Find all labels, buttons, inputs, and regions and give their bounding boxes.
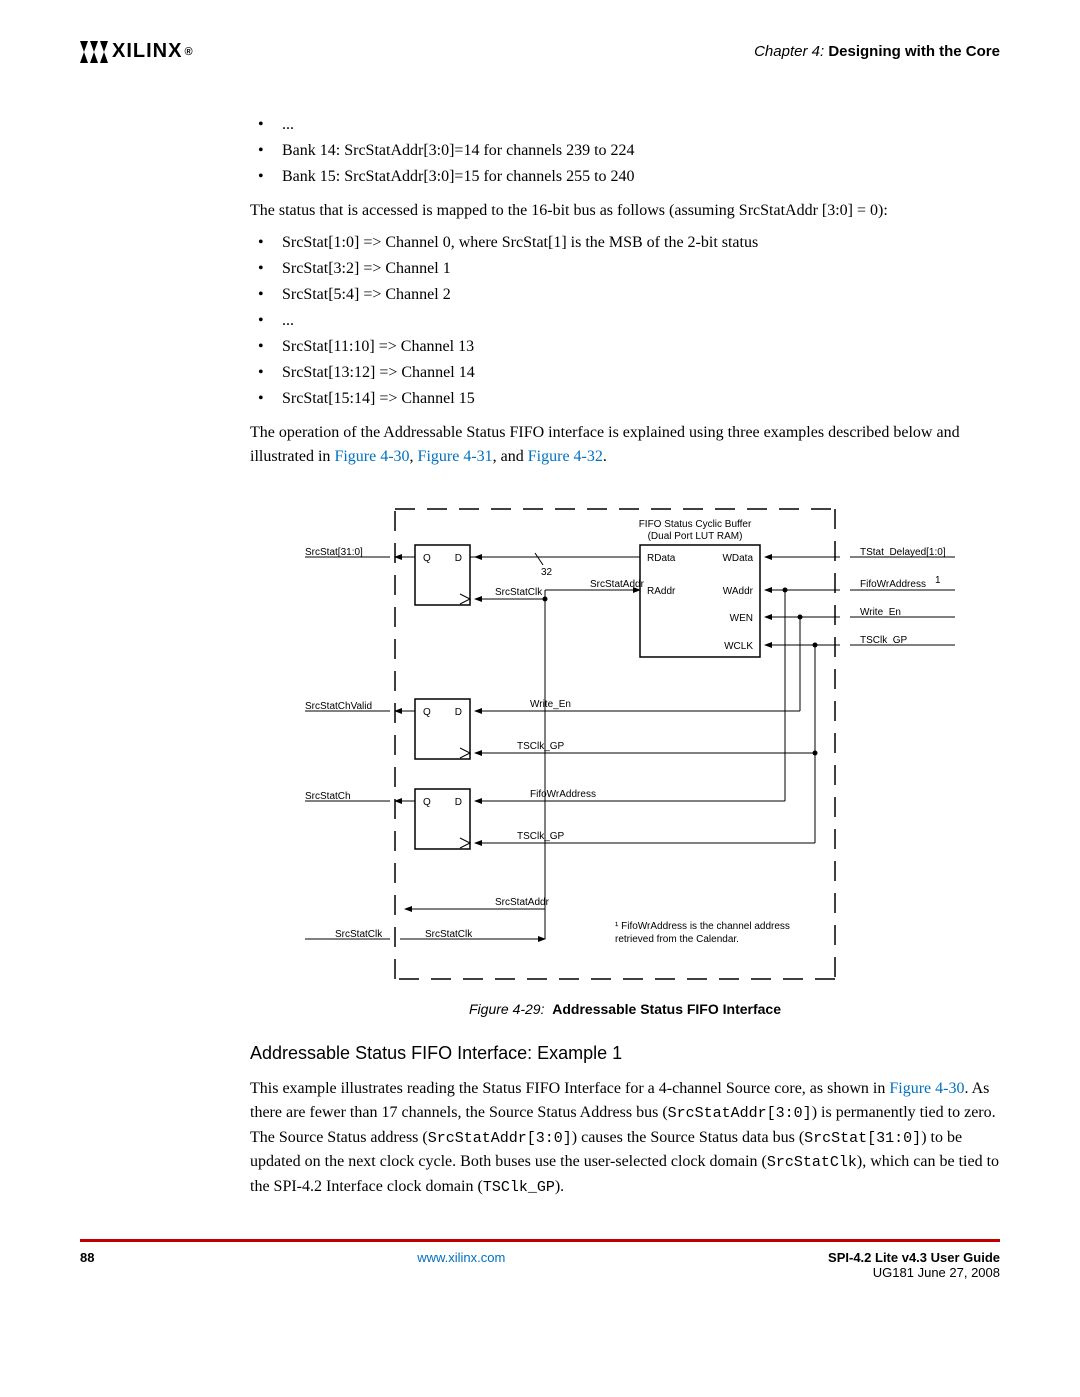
- svg-text:SrcStatAddr: SrcStatAddr: [590, 579, 645, 590]
- svg-text:1: 1: [935, 575, 941, 586]
- svg-text:WCLK: WCLK: [724, 641, 753, 652]
- list-item: Bank 15: SrcStatAddr[3:0]=15 for channel…: [250, 165, 1000, 189]
- svg-text:RData: RData: [647, 553, 676, 564]
- list-item: SrcStat[13:12] => Channel 14: [250, 361, 1000, 385]
- svg-text:SrcStatAddr: SrcStatAddr: [495, 897, 550, 908]
- paragraph: The operation of the Addressable Status …: [250, 421, 1000, 469]
- figure-4-29: FIFO Status Cyclic Buffer (Dual Port LUT…: [250, 499, 1000, 989]
- logo-text: XILINX: [112, 40, 182, 63]
- svg-text:TSClk_GP: TSClk_GP: [517, 831, 565, 842]
- list-item: ...: [250, 113, 1000, 137]
- diagram-svg: FIFO Status Cyclic Buffer (Dual Port LUT…: [295, 499, 955, 989]
- svg-text:WAddr: WAddr: [723, 586, 754, 597]
- paragraph: The status that is accessed is mapped to…: [250, 199, 1000, 223]
- page-header: XILINX ® Chapter 4: Designing with the C…: [80, 40, 1000, 63]
- content-body: ... Bank 14: SrcStatAddr[3:0]=14 for cha…: [250, 113, 1000, 1199]
- figure-caption: Figure 4-29: Addressable Status FIFO Int…: [250, 999, 1000, 1020]
- svg-text:(Dual Port LUT RAM): (Dual Port LUT RAM): [648, 531, 743, 542]
- list-item: SrcStat[11:10] => Channel 13: [250, 335, 1000, 359]
- figure-link[interactable]: Figure 4-32: [528, 448, 603, 465]
- svg-text:SrcStatCh: SrcStatCh: [305, 791, 351, 802]
- doc-id: UG181 June 27, 2008: [828, 1265, 1000, 1280]
- svg-text:¹ FifoWrAddress is the channel: ¹ FifoWrAddress is the channel address: [615, 921, 790, 932]
- svg-text:SrcStatClk: SrcStatClk: [425, 929, 473, 940]
- figure-link[interactable]: Figure 4-30: [334, 448, 409, 465]
- svg-text:D: D: [455, 707, 462, 718]
- list-item: SrcStat[15:14] => Channel 15: [250, 387, 1000, 411]
- svg-text:Write_En: Write_En: [860, 607, 901, 618]
- chapter-title: Chapter 4: Designing with the Core: [754, 43, 1000, 60]
- list-item: Bank 14: SrcStatAddr[3:0]=14 for channel…: [250, 139, 1000, 163]
- doc-title: SPI-4.2 Lite v4.3 User Guide: [828, 1250, 1000, 1265]
- svg-text:SrcStat[31:0]: SrcStat[31:0]: [305, 547, 363, 558]
- list-item: SrcStat[3:2] => Channel 1: [250, 257, 1000, 281]
- svg-text:RAddr: RAddr: [647, 586, 676, 597]
- svg-text:Q: Q: [423, 797, 431, 808]
- svg-text:FIFO Status Cyclic Buffer: FIFO Status Cyclic Buffer: [639, 519, 752, 530]
- svg-text:Write_En: Write_En: [530, 699, 571, 710]
- bullet-list-status: SrcStat[1:0] => Channel 0, where SrcStat…: [250, 231, 1000, 411]
- svg-text:TSClk_GP: TSClk_GP: [860, 635, 908, 646]
- svg-text:FifoWrAddress: FifoWrAddress: [530, 789, 596, 800]
- svg-text:SrcStatClk: SrcStatClk: [495, 587, 543, 598]
- page-footer: 88 www.xilinx.com SPI-4.2 Lite v4.3 User…: [80, 1239, 1000, 1280]
- list-item: SrcStat[5:4] => Channel 2: [250, 283, 1000, 307]
- list-item: ...: [250, 309, 1000, 333]
- page-number: 88: [80, 1250, 94, 1280]
- svg-text:D: D: [455, 797, 462, 808]
- xilinx-logo-icon: [80, 41, 108, 63]
- svg-text:WData: WData: [722, 553, 753, 564]
- list-item: SrcStat[1:0] => Channel 0, where SrcStat…: [250, 231, 1000, 255]
- paragraph: This example illustrates reading the Sta…: [250, 1077, 1000, 1199]
- reg-mark: ®: [184, 46, 193, 58]
- figure-link[interactable]: Figure 4-30: [889, 1080, 964, 1097]
- svg-text:SrcStatClk: SrcStatClk: [335, 929, 383, 940]
- footer-url-link[interactable]: www.xilinx.com: [417, 1250, 505, 1265]
- svg-text:32: 32: [541, 567, 553, 578]
- figure-link[interactable]: Figure 4-31: [418, 448, 493, 465]
- svg-text:WEN: WEN: [730, 613, 753, 624]
- svg-text:TSClk_GP: TSClk_GP: [517, 741, 565, 752]
- svg-text:D: D: [455, 553, 462, 564]
- xilinx-logo: XILINX ®: [80, 40, 194, 63]
- svg-text:SrcStatChValid: SrcStatChValid: [305, 701, 372, 712]
- bullet-list-banks: ... Bank 14: SrcStatAddr[3:0]=14 for cha…: [250, 113, 1000, 189]
- svg-text:Q: Q: [423, 707, 431, 718]
- svg-text:Q: Q: [423, 553, 431, 564]
- svg-text:FifoWrAddress: FifoWrAddress: [860, 579, 926, 590]
- subheading: Addressable Status FIFO Interface: Examp…: [250, 1040, 1000, 1067]
- svg-text:retrieved from the Calendar.: retrieved from the Calendar.: [615, 934, 739, 945]
- svg-text:TStat_Delayed[1:0]: TStat_Delayed[1:0]: [860, 547, 946, 558]
